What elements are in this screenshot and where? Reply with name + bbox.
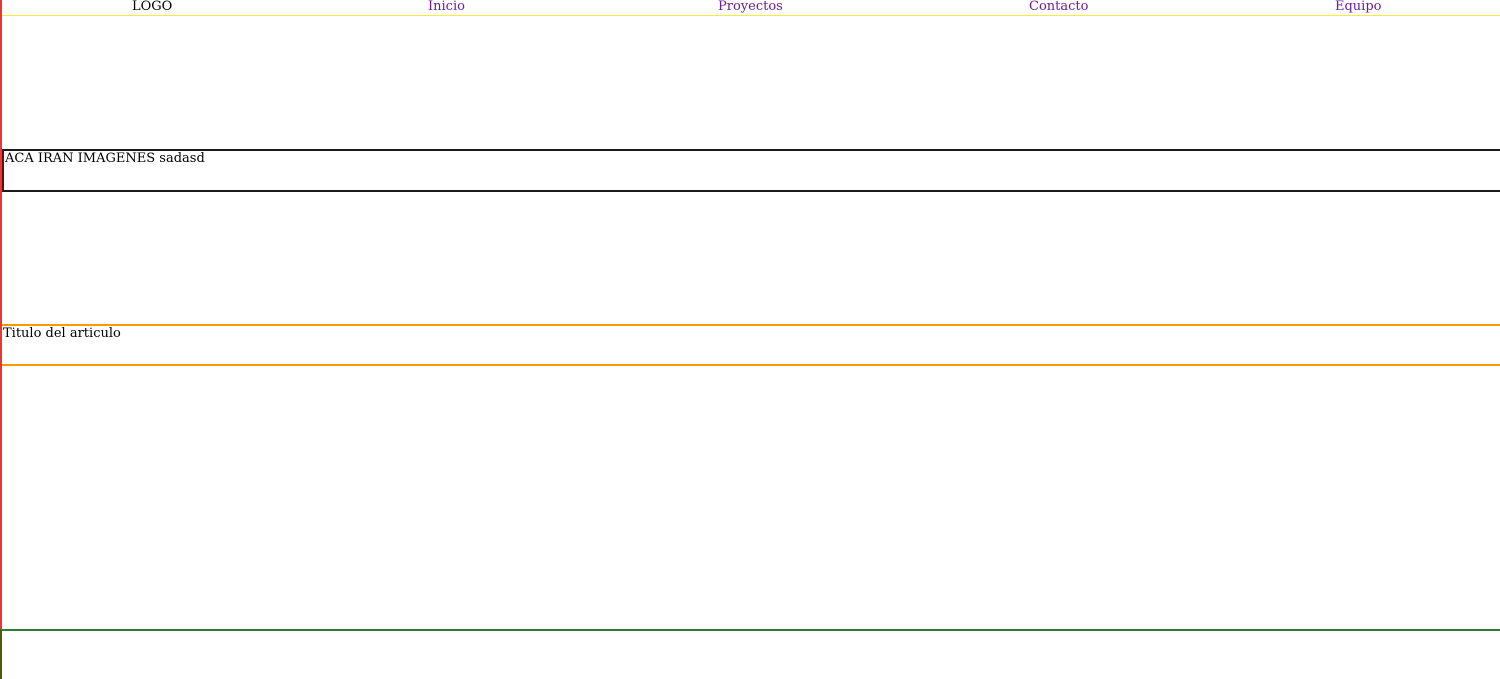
footer-section — [0, 629, 1500, 679]
nav-link-inicio[interactable]: Inicio — [428, 0, 465, 13]
nav-link-contacto[interactable]: Contacto — [1029, 0, 1088, 13]
article-title: Titulo del articulo — [3, 326, 121, 341]
nav-link-equipo[interactable]: Equipo — [1335, 0, 1382, 13]
images-placeholder-text: ACA IRAN IMAGENES sadasd — [5, 151, 205, 166]
page: LOGO Inicio Proyectos Contacto Equipo AC… — [0, 0, 1500, 679]
top-navigation: LOGO Inicio Proyectos Contacto Equipo — [2, 0, 1500, 16]
images-section: ACA IRAN IMAGENES sadasd — [2, 149, 1500, 192]
article-section: Titulo del articulo — [2, 324, 1500, 366]
logo: LOGO — [132, 0, 173, 14]
nav-link-proyectos[interactable]: Proyectos — [718, 0, 783, 13]
